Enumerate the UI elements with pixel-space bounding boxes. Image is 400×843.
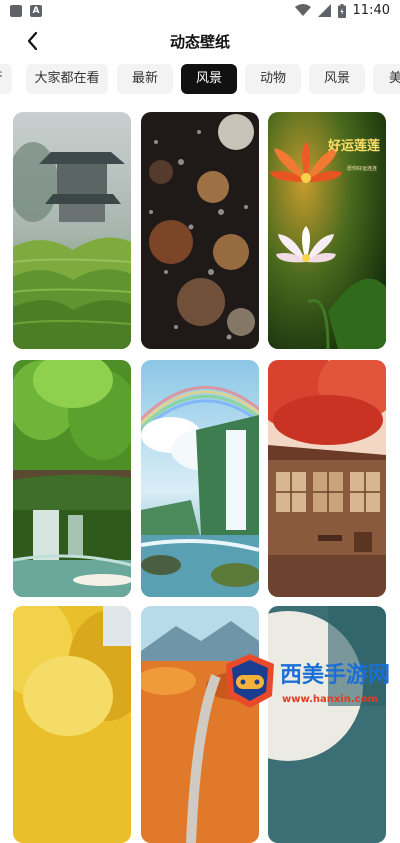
- wifi-icon: [294, 4, 311, 16]
- tab-partial-left[interactable]: 行: [0, 64, 12, 94]
- wallpaper-card-rainbow[interactable]: [141, 360, 259, 597]
- clock: 11:40: [352, 3, 390, 18]
- notification-square-icon: [10, 5, 22, 17]
- category-tabs: 行 大家都在看 最新 风景 动物 风景 美: [0, 64, 400, 94]
- wallpaper-card-maple[interactable]: [268, 360, 386, 597]
- tab-latest[interactable]: 最新: [117, 64, 173, 94]
- tab-popular[interactable]: 大家都在看: [26, 64, 108, 94]
- watermark-url: www.hanxin.com: [282, 694, 378, 705]
- forest-waterfall-image: [13, 360, 131, 597]
- tab-scenery[interactable]: 风景: [309, 64, 365, 94]
- battery-icon: [337, 3, 346, 18]
- lotus-title-text: 好运莲莲: [327, 138, 380, 154]
- misty-pavilion-image: [13, 112, 131, 349]
- wallpaper-card-moon[interactable]: [268, 606, 386, 843]
- wallpaper-card-golden[interactable]: [13, 606, 131, 843]
- status-bar: A 11:40: [0, 0, 400, 24]
- wallpaper-grid: 好运莲莲 愿你好运连连: [0, 112, 400, 843]
- a-badge-icon: A: [30, 5, 42, 17]
- gamepad-logo-icon: [226, 654, 274, 708]
- red-maple-house-image: [268, 360, 386, 597]
- title-bar: 动态壁纸: [0, 24, 400, 58]
- signal-icon: [317, 4, 331, 17]
- tab-animals[interactable]: 动物: [245, 64, 301, 94]
- rainbow-waterfall-image: [141, 360, 259, 597]
- rain-glass-image: [141, 112, 259, 349]
- lotus-small-text: 愿你好运连连: [347, 165, 377, 172]
- site-watermark: 西美手游网 www.hanxin.com: [226, 654, 390, 708]
- lotus-image: 好运莲莲 愿你好运连连: [268, 112, 386, 349]
- tab-partial-right[interactable]: 美: [373, 64, 400, 94]
- wallpaper-card-rain[interactable]: [141, 112, 259, 349]
- watermark-text: 西美手游网: [280, 662, 390, 688]
- teal-moon-image: [268, 606, 386, 843]
- status-right: 11:40: [294, 3, 390, 18]
- autumn-road-image: [141, 606, 259, 843]
- golden-trees-image: [13, 606, 131, 843]
- wallpaper-card-pavilion[interactable]: [13, 112, 131, 349]
- wallpaper-card-lotus[interactable]: 好运莲莲 愿你好运连连: [268, 112, 386, 349]
- wallpaper-card-forest[interactable]: [13, 360, 131, 597]
- status-left-icons: A: [10, 5, 42, 17]
- page-title: 动态壁纸: [169, 33, 230, 51]
- wallpaper-card-autumn[interactable]: [141, 606, 259, 843]
- tab-scenery-active[interactable]: 风景: [181, 64, 237, 94]
